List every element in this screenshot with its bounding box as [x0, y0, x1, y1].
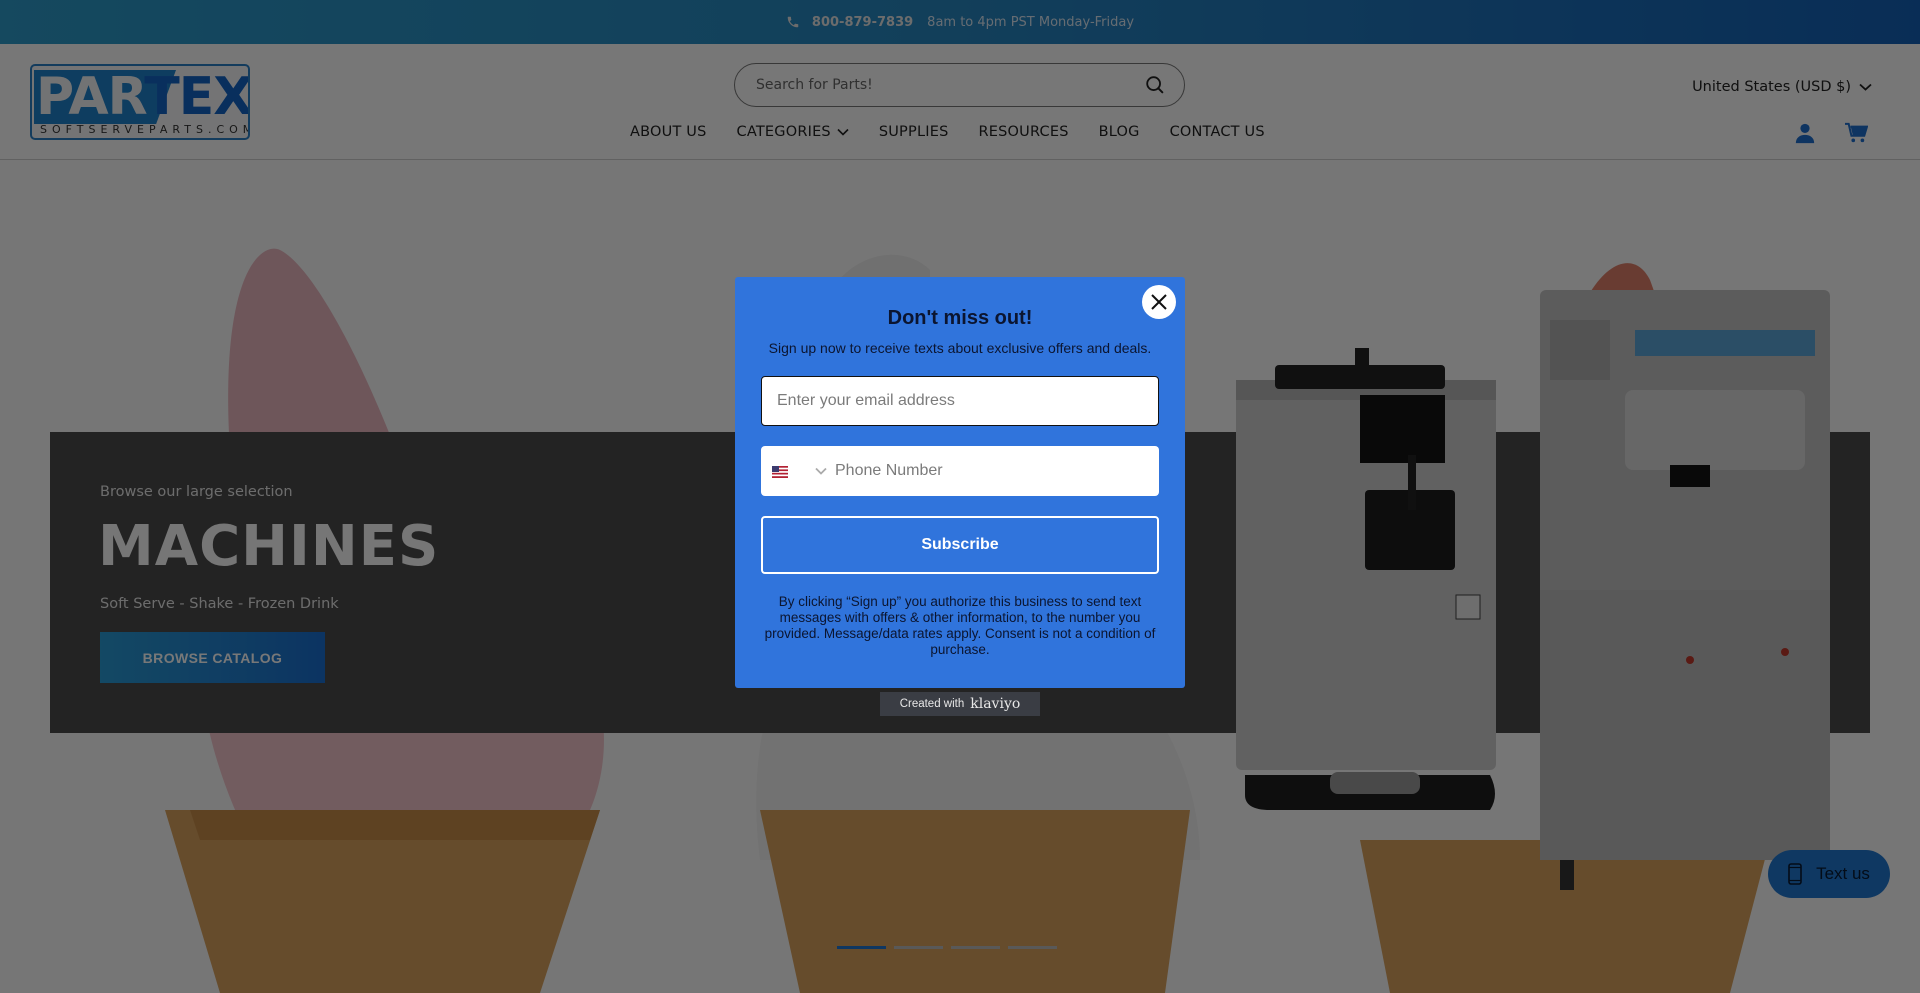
- klaviyo-badge-prefix: Created with: [899, 698, 965, 710]
- popup-title: Don't miss out!: [887, 307, 1033, 329]
- phone-field: [761, 446, 1159, 496]
- popup-description: Sign up now to receive texts about exclu…: [768, 340, 1152, 356]
- us-flag-icon[interactable]: [772, 465, 788, 478]
- sms-signup-popup: Don't miss out! Sign up now to receive t…: [735, 277, 1185, 688]
- email-field[interactable]: [761, 376, 1159, 426]
- chevron-down-icon[interactable]: [815, 467, 827, 475]
- sms-consent-disclaimer: By clicking “Sign up” you authorize this…: [764, 594, 1156, 657]
- subscribe-button[interactable]: Subscribe: [761, 516, 1159, 574]
- klaviyo-badge[interactable]: Created with klaviyo: [880, 692, 1040, 716]
- klaviyo-logo: klaviyo: [970, 696, 1021, 712]
- phone-number-input[interactable]: [835, 462, 1159, 480]
